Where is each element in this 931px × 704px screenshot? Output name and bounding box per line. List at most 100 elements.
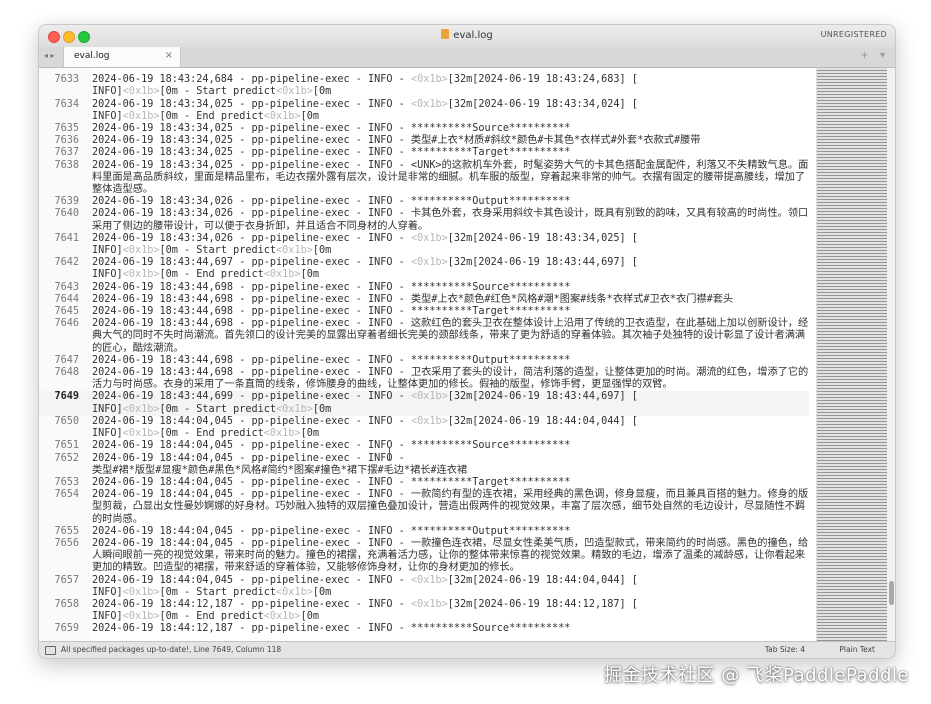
current-line[interactable]: 7649 2024-06-19 18:43:44,699 - pp-pipelin… <box>39 391 809 416</box>
log-text: 2024-06-19 18:44:04,045 - pp-pipeline-ex… <box>92 440 571 452</box>
vertical-scrollbar[interactable] <box>887 68 895 642</box>
log-line[interactable]: 7642 2024-06-19 18:43:44,697 - pp-pipelin… <box>39 257 809 281</box>
log-text: 2024-06-19 18:44:04,045 - pp-pipeline-ex… <box>92 525 571 537</box>
status-message: All specified packages up-to-date!, Line… <box>61 645 282 654</box>
log-text: [0m - End predict <box>159 428 264 440</box>
line-number: 7640 <box>54 208 79 220</box>
log-line[interactable]: 7639 2024-06-19 18:43:34,026 - pp-pipelin… <box>39 196 809 208</box>
file-icon <box>441 29 450 39</box>
escape-token: <0x1b> <box>410 391 448 403</box>
escape-token: <0x1b> <box>122 110 160 122</box>
log-text: [0m <box>300 269 319 281</box>
escape-token: <0x1b> <box>263 611 301 623</box>
line-number: 7645 <box>54 306 79 318</box>
line-number: 7647 <box>54 354 79 366</box>
log-text: [0m - Start predict <box>159 586 277 598</box>
log-line[interactable]: 7650 2024-06-19 18:44:04,045 - pp-pipelin… <box>39 416 809 440</box>
log-text: 2024-06-19 18:43:44,699 - pp-pipeline-ex… <box>92 391 411 403</box>
line-number: 7653 <box>54 476 79 488</box>
escape-token: <0x1b> <box>276 586 313 598</box>
minimap[interactable] <box>816 68 887 642</box>
log-line[interactable]: 7634 2024-06-19 18:43:34,025 - pp-pipelin… <box>39 99 809 123</box>
new-tab-icon[interactable]: + ▾ <box>860 50 889 61</box>
log-line[interactable]: 7641 2024-06-19 18:43:34,026 - pp-pipelin… <box>39 233 809 257</box>
log-line[interactable]: 7657 2024-06-19 18:44:04,045 - pp-pipelin… <box>39 575 809 599</box>
log-line[interactable]: 7638 2024-06-19 18:43:34,025 - pp-pipelin… <box>39 160 809 197</box>
line-number: 7651 <box>54 440 79 452</box>
escape-token: <0x1b> <box>122 86 160 98</box>
log-text: 2024-06-19 18:43:44,698 - pp-pipeline-ex… <box>92 293 734 305</box>
tab-eval-log[interactable]: eval.log × <box>63 47 181 67</box>
minimap-viewport[interactable] <box>817 68 887 642</box>
log-line[interactable]: 7633 2024-06-19 18:43:24,684 - pp-pipelin… <box>39 74 809 98</box>
text-editor[interactable]: 7633 2024-06-19 18:43:24,684 - pp-pipelin… <box>39 68 895 642</box>
log-text: 2024-06-19 18:43:24,684 - pp-pipeline-ex… <box>92 74 411 86</box>
escape-token: <0x1b> <box>122 403 160 415</box>
escape-token: <0x1b> <box>410 598 448 610</box>
log-line[interactable]: 7640 2024-06-19 18:43:34,026 - pp-pipelin… <box>39 208 809 232</box>
log-text: [0m <box>300 110 319 122</box>
line-number: 7656 <box>54 537 79 549</box>
log-line[interactable]: 7651 2024-06-19 18:44:04,045 - pp-pipelin… <box>39 440 809 452</box>
line-number: 7637 <box>54 147 79 159</box>
log-text: 2024-06-19 18:44:12,187 - pp-pipeline-ex… <box>92 623 571 635</box>
line-number: 7641 <box>54 232 79 244</box>
log-line[interactable]: 7647 2024-06-19 18:43:44,698 - pp-pipelin… <box>39 355 809 367</box>
line-number: 7658 <box>54 598 79 610</box>
line-number: 7643 <box>54 281 79 293</box>
log-line[interactable]: 7653 2024-06-19 18:44:04,045 - pp-pipelin… <box>39 477 809 489</box>
log-text: [0m <box>300 611 319 623</box>
line-number: 7644 <box>54 293 79 305</box>
escape-token: <0x1b> <box>263 269 301 281</box>
log-line[interactable]: 7655 2024-06-19 18:44:04,045 - pp-pipelin… <box>39 526 809 538</box>
log-text: 2024-06-19 18:43:34,025 - pp-pipeline-ex… <box>92 123 571 135</box>
escape-token: <0x1b> <box>276 245 313 257</box>
log-line[interactable]: 7652 2024-06-19 18:44:04,045 - pp-pipelin… <box>39 453 809 477</box>
log-line[interactable]: 7643 2024-06-19 18:43:44,698 - pp-pipelin… <box>39 282 809 294</box>
tab-nav-arrows-icon[interactable]: ◂ ▸ <box>44 51 55 60</box>
escape-token: <0x1b> <box>263 110 301 122</box>
log-text: 2024-06-19 18:43:44,698 - pp-pipeline-ex… <box>92 318 809 354</box>
syntax-selector[interactable]: Plain Text <box>839 645 875 654</box>
tab-close-icon[interactable]: × <box>165 50 173 61</box>
log-text: [0m <box>312 586 332 598</box>
log-line[interactable]: 7654 2024-06-19 18:44:04,045 - pp-pipelin… <box>39 489 809 526</box>
line-number: 7639 <box>54 196 79 208</box>
log-text: [0m <box>312 86 332 98</box>
tab-label: eval.log <box>74 51 110 61</box>
panel-toggle-icon[interactable] <box>45 646 56 655</box>
watermark-text: 掘金技术社区 @ 飞桨PaddlePaddle <box>604 665 909 686</box>
log-line[interactable]: 7637 2024-06-19 18:43:34,025 - pp-pipelin… <box>39 147 809 159</box>
escape-token: <0x1b> <box>410 98 448 110</box>
log-line[interactable]: 7646 2024-06-19 18:43:44,698 - pp-pipelin… <box>39 318 809 355</box>
line-number: 7657 <box>54 574 79 586</box>
log-text: [0m <box>300 428 319 440</box>
escape-token: <0x1b> <box>122 269 160 281</box>
log-text: 2024-06-19 18:43:34,025 - pp-pipeline-ex… <box>92 159 809 196</box>
log-line[interactable]: 7648 2024-06-19 18:43:44,698 - pp-pipelin… <box>39 367 809 391</box>
log-line[interactable]: 7645 2024-06-19 18:43:44,698 - pp-pipelin… <box>39 306 809 318</box>
log-line[interactable]: 7636 2024-06-19 18:43:34,025 - pp-pipelin… <box>39 135 809 147</box>
log-text: 2024-06-19 18:44:04,045 - pp-pipeline-ex… <box>92 415 411 427</box>
line-number: 7638 <box>54 159 79 171</box>
line-number: 7634 <box>54 98 79 110</box>
log-text: 2024-06-19 18:43:34,026 - pp-pipeline-ex… <box>92 208 809 232</box>
log-text: 2024-06-19 18:44:04,045 - pp-pipeline-ex… <box>92 537 809 574</box>
log-line[interactable]: 7644 2024-06-19 18:43:44,698 - pp-pipelin… <box>39 294 809 306</box>
log-line[interactable]: 7658 2024-06-19 18:44:12,187 - pp-pipelin… <box>39 599 809 623</box>
log-text: 2024-06-19 18:43:44,698 - pp-pipeline-ex… <box>92 367 809 391</box>
scrollbar-thumb[interactable] <box>889 581 894 605</box>
log-line[interactable]: 7659 2024-06-19 18:44:12,187 - pp-pipelin… <box>39 623 809 635</box>
log-text: [0m - End predict <box>159 611 264 623</box>
editor-lines[interactable]: 7633 2024-06-19 18:43:24,684 - pp-pipelin… <box>39 68 809 636</box>
escape-token: <0x1b> <box>410 415 448 427</box>
title-bar: eval.log UNREGISTERED <box>39 25 895 48</box>
log-text: [0m <box>312 245 332 257</box>
log-text: 2024-06-19 18:43:34,025 - pp-pipeline-ex… <box>92 135 701 147</box>
tab-size-selector[interactable]: Tab Size: 4 <box>765 645 805 654</box>
log-text: [0m - Start predict <box>159 403 277 415</box>
log-line[interactable]: 7635 2024-06-19 18:43:34,025 - pp-pipelin… <box>39 123 809 135</box>
log-line[interactable]: 7656 2024-06-19 18:44:04,045 - pp-pipelin… <box>39 538 809 575</box>
line-number: 7655 <box>54 525 79 537</box>
